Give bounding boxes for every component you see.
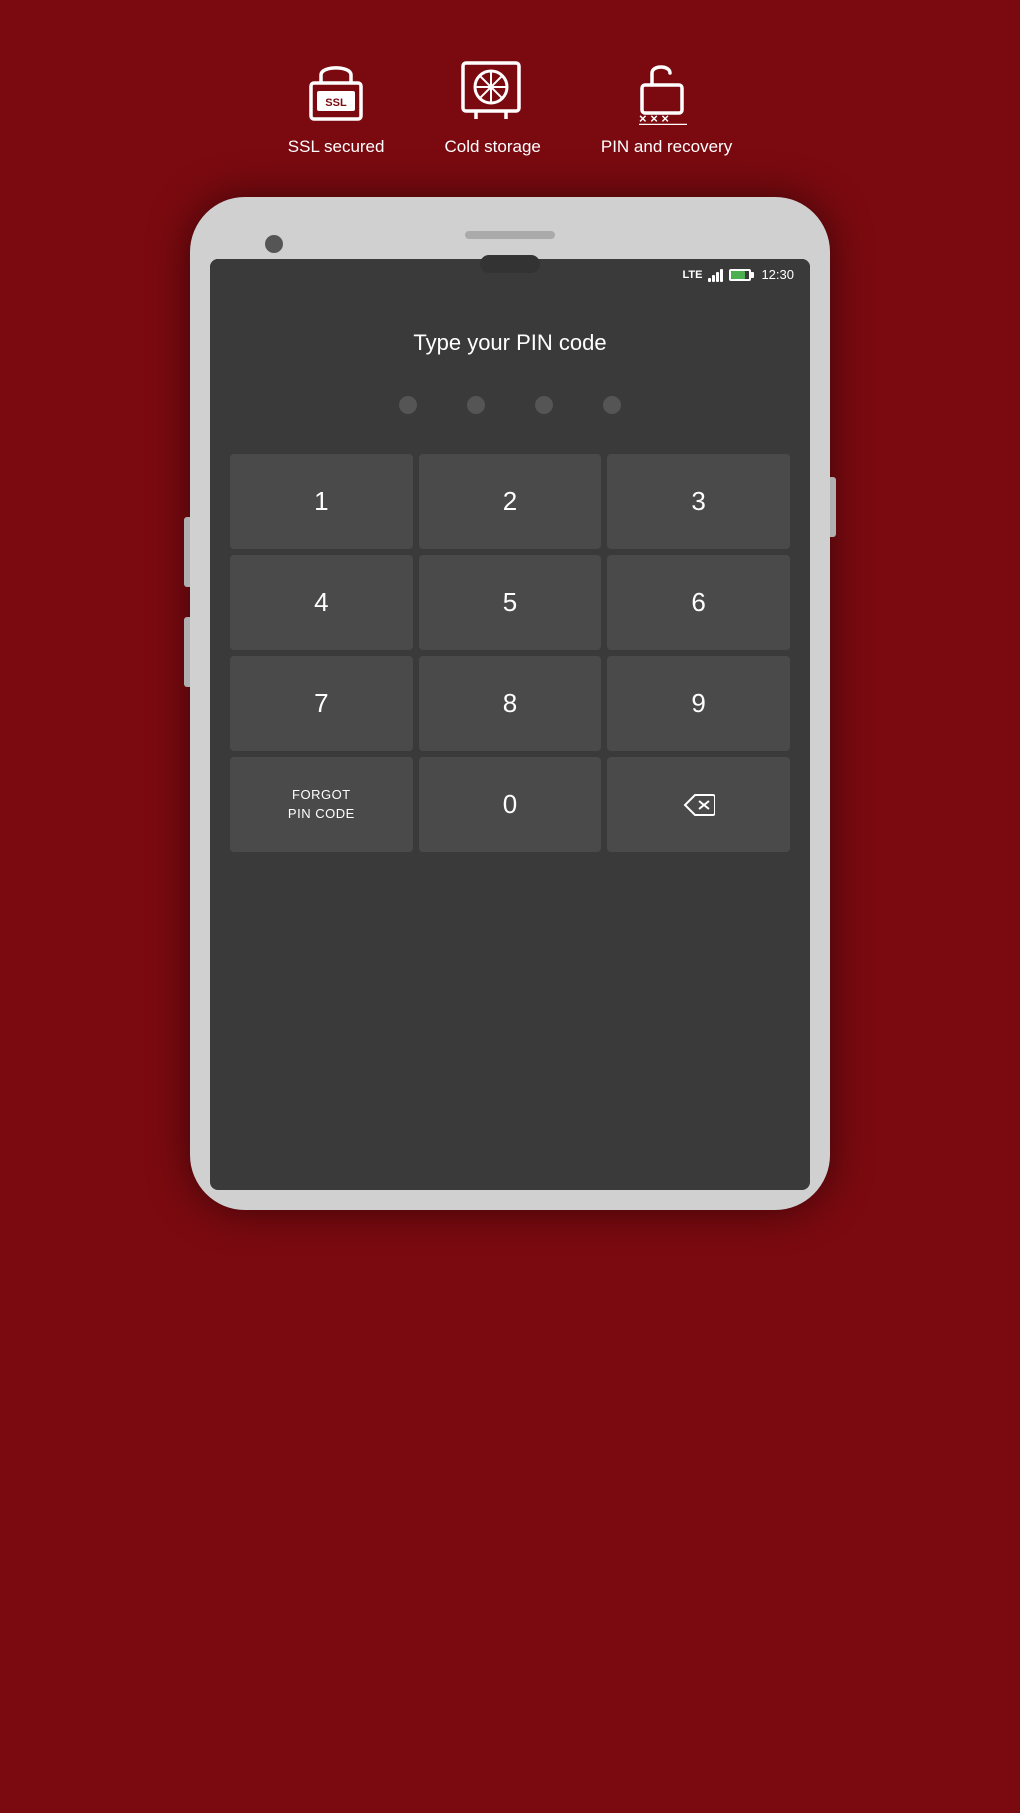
forgot-pin-button[interactable]: FORGOTPIN CODE — [230, 757, 413, 852]
pin-title: Type your PIN code — [413, 330, 606, 356]
pin-recovery-label: PIN and recovery — [601, 137, 732, 157]
battery-fill — [731, 271, 745, 279]
ssl-lock-icon: SSL — [301, 55, 371, 125]
pin-recovery-feature: × × × PIN and recovery — [601, 55, 732, 157]
key-5[interactable]: 5 — [419, 555, 602, 650]
pin-entry-screen: Type your PIN code 1 2 3 4 5 6 7 8 9 FOR… — [210, 290, 810, 1190]
cold-storage-label: Cold storage — [444, 137, 540, 157]
phone-screen: LTE 12:30 Type your PIN code — [210, 259, 810, 1190]
pin-dot-4 — [603, 396, 621, 414]
key-3[interactable]: 3 — [607, 454, 790, 549]
battery-container — [729, 269, 751, 281]
signal-bar-3 — [716, 272, 719, 282]
signal-bar-2 — [712, 275, 715, 282]
key-7[interactable]: 7 — [230, 656, 413, 751]
phone-earpiece — [480, 255, 540, 273]
backspace-button[interactable] — [607, 757, 790, 852]
pin-dot-1 — [399, 396, 417, 414]
keypad: 1 2 3 4 5 6 7 8 9 FORGOTPIN CODE 0 — [230, 454, 790, 852]
front-camera — [265, 235, 283, 253]
signal-bar-1 — [708, 278, 711, 282]
ssl-label: SSL secured — [288, 137, 385, 157]
power-button — [830, 477, 836, 537]
signal-strength-icon — [708, 268, 723, 282]
vault-icon — [458, 55, 528, 125]
volume-up-button — [184, 517, 190, 587]
key-4[interactable]: 4 — [230, 555, 413, 650]
key-1[interactable]: 1 — [230, 454, 413, 549]
signal-bar-4 — [720, 269, 723, 282]
phone-speaker — [465, 231, 555, 239]
svg-text:SSL: SSL — [325, 97, 347, 109]
pin-dots-container — [399, 396, 621, 414]
clock: 12:30 — [761, 267, 794, 282]
phone-top-bar — [210, 217, 810, 249]
key-0[interactable]: 0 — [419, 757, 602, 852]
key-6[interactable]: 6 — [607, 555, 790, 650]
volume-down-button — [184, 617, 190, 687]
lte-indicator: LTE — [682, 269, 702, 281]
pin-lock-icon: × × × — [632, 55, 702, 125]
pin-dot-3 — [535, 396, 553, 414]
pin-dot-2 — [467, 396, 485, 414]
key-8[interactable]: 8 — [419, 656, 602, 751]
cold-storage-feature: Cold storage — [444, 55, 540, 157]
ssl-feature: SSL SSL secured — [288, 55, 385, 157]
feature-icons: SSL SSL secured Cold storage — [0, 0, 1020, 197]
phone-frame: LTE 12:30 Type your PIN code — [190, 197, 830, 1210]
battery-icon — [729, 269, 751, 281]
svg-text:× × ×: × × × — [639, 111, 669, 125]
key-9[interactable]: 9 — [607, 656, 790, 751]
key-2[interactable]: 2 — [419, 454, 602, 549]
backspace-icon — [683, 793, 715, 817]
